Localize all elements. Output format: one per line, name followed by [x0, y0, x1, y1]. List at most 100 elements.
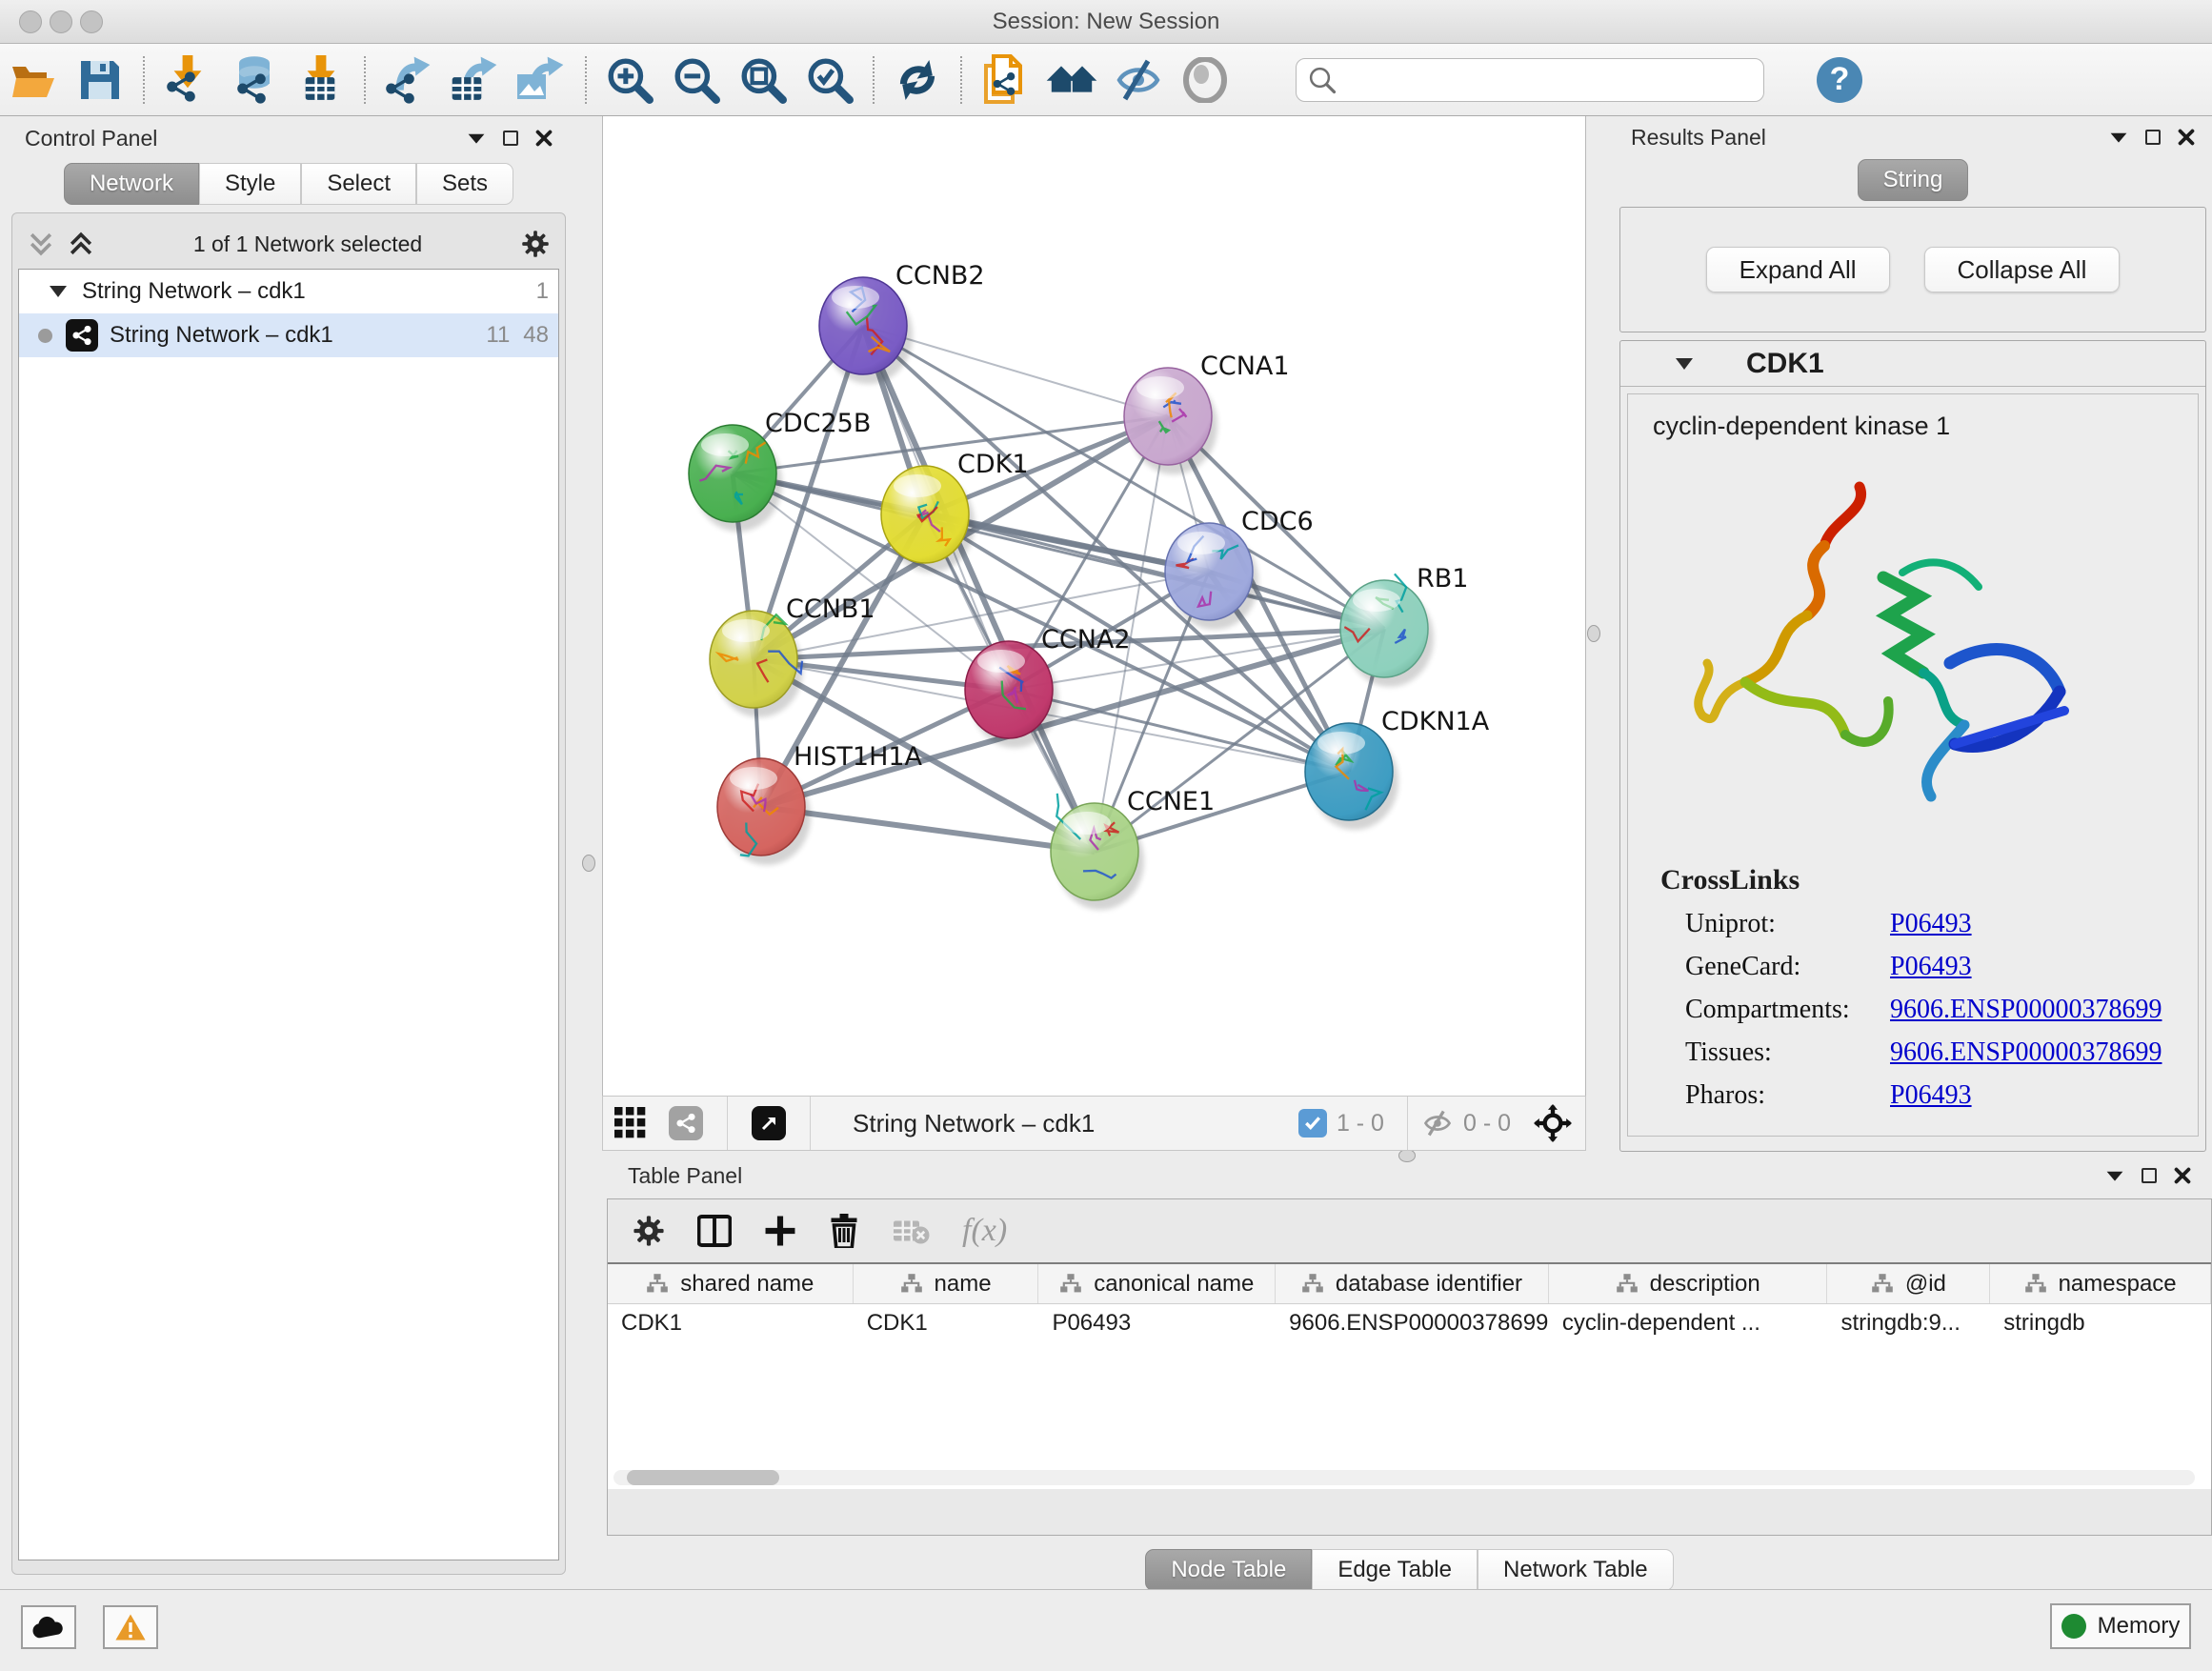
network-node-CCNA1[interactable]: CCNA1 [1124, 352, 1290, 474]
right-splitter-handle[interactable] [1587, 625, 1600, 642]
network-row[interactable]: String Network – cdk1 11 48 [19, 313, 558, 357]
collapse-all-icon[interactable] [28, 231, 54, 257]
close-panel-icon[interactable] [535, 130, 553, 147]
crosslink-link[interactable]: P06493 [1890, 909, 1972, 939]
toolbar-search[interactable] [1296, 58, 1764, 102]
open-session-button[interactable] [6, 53, 61, 107]
export-network-button[interactable] [381, 53, 436, 107]
save-session-button[interactable] [72, 53, 128, 107]
collection-expander-icon[interactable] [50, 286, 67, 297]
network-node-CDKN1A[interactable]: CDKN1A [1305, 707, 1490, 830]
column-header-name[interactable]: name [854, 1264, 1039, 1303]
table-panel: Table Panel [607, 1157, 2212, 1583]
fit-selection-crosshair-icon[interactable] [1526, 1097, 1579, 1150]
hidden-eye-slash-icon[interactable] [1421, 1109, 1454, 1137]
tab-style[interactable]: Style [199, 163, 301, 205]
close-panel-icon[interactable] [2178, 129, 2195, 146]
table-cell: stringdb [1990, 1304, 2211, 1344]
zoom-in-button[interactable] [602, 53, 657, 107]
status-bar: Memory [0, 1589, 2212, 1671]
left-splitter-handle[interactable] [582, 855, 595, 872]
selected-node-edge-counts: 1 - 0 [1337, 1110, 1384, 1137]
show-columns-icon[interactable] [697, 1215, 732, 1247]
crosslink-link[interactable]: P06493 [1890, 1080, 1972, 1111]
network-node-CDC25B[interactable]: CDC25B [689, 409, 871, 532]
network-edge[interactable] [761, 807, 1095, 852]
crosslink-row: Pharos:P06493 [1685, 1080, 2198, 1111]
float-panel-icon[interactable] [503, 131, 518, 146]
column-header-database-identifier[interactable]: database identifier [1276, 1264, 1549, 1303]
table-body: CDK1CDK1P064939606.ENSP00000378699cyclin… [608, 1304, 2211, 1344]
network-type-share-icon[interactable] [664, 1097, 708, 1150]
tab-select[interactable]: Select [301, 163, 416, 205]
gene-expander-icon[interactable] [1676, 358, 1693, 370]
column-header-@id[interactable]: @id [1827, 1264, 1990, 1303]
delete-column-icon[interactable] [829, 1214, 859, 1248]
column-header-description[interactable]: description [1549, 1264, 1828, 1303]
table-row[interactable]: CDK1CDK1P064939606.ENSP00000378699cyclin… [608, 1304, 2211, 1344]
table-header-row: shared namenamecanonical namedatabase id… [608, 1264, 2211, 1304]
crosslink-link[interactable]: P06493 [1890, 952, 1972, 982]
collapse-all-button[interactable]: Collapse All [1924, 247, 2121, 292]
panel-menu-icon[interactable] [2105, 1169, 2124, 1182]
import-network-from-file-button[interactable] [160, 53, 215, 107]
table-horizontal-scrollbar[interactable] [613, 1470, 2195, 1485]
close-panel-icon[interactable] [2174, 1167, 2191, 1184]
network-collection-row[interactable]: String Network – cdk1 1 [19, 270, 558, 313]
node-label-CCNA1: CCNA1 [1200, 352, 1290, 381]
table-cell: P06493 [1038, 1304, 1276, 1344]
table-cell: cyclin-dependent ... [1549, 1304, 1828, 1344]
expand-all-icon[interactable] [68, 231, 94, 257]
node-label-HIST1H1A: HIST1H1A [794, 742, 923, 772]
network-edge[interactable] [863, 326, 1095, 852]
network-node-HIST1H1A[interactable]: HIST1H1A [717, 742, 923, 865]
add-column-icon[interactable] [764, 1215, 796, 1247]
column-namespace-icon [1301, 1273, 1324, 1296]
tab-sets[interactable]: Sets [416, 163, 513, 205]
tab-string[interactable]: String [1858, 159, 1969, 201]
expand-all-button[interactable]: Expand All [1706, 247, 1890, 292]
help-button[interactable]: ? [1817, 57, 1862, 103]
hide-results-eye-icon[interactable] [1111, 53, 1166, 107]
zoom-fit-button[interactable] [735, 53, 791, 107]
refresh-button[interactable] [890, 53, 945, 107]
panel-menu-icon[interactable] [2109, 131, 2128, 144]
column-header-namespace[interactable]: namespace [1990, 1264, 2211, 1303]
table-options-gear-icon[interactable] [633, 1215, 665, 1247]
zoom-selected-button[interactable] [802, 53, 857, 107]
tab-node-table[interactable]: Node Table [1145, 1549, 1312, 1591]
tab-network[interactable]: Network [64, 163, 199, 205]
show-results-eye-icon[interactable] [1177, 53, 1233, 107]
memory-button[interactable]: Memory [2050, 1603, 2191, 1649]
crosslink-link[interactable]: 9606.ENSP00000378699 [1890, 995, 2162, 1025]
search-input[interactable] [1337, 67, 1737, 93]
network-node-CDC6[interactable]: CDC6 [1165, 507, 1314, 630]
zoom-out-button[interactable] [669, 53, 724, 107]
warnings-button[interactable] [103, 1605, 158, 1649]
network-edge[interactable] [925, 514, 1384, 629]
network-node-CCNB2[interactable]: CCNB2 [819, 261, 985, 384]
string-home-button[interactable] [1044, 53, 1099, 107]
cloud-status-button[interactable] [21, 1605, 76, 1649]
column-header-shared-name[interactable]: shared name [608, 1264, 854, 1303]
import-network-from-database-button[interactable] [227, 53, 282, 107]
export-image-button[interactable] [514, 53, 570, 107]
import-table-from-file-button[interactable] [293, 53, 349, 107]
open-in-new-icon[interactable] [747, 1097, 791, 1150]
tab-network-table[interactable]: Network Table [1478, 1549, 1674, 1591]
crosslink-link[interactable]: 9606.ENSP00000378699 [1890, 1037, 2162, 1068]
birdseye-grid-icon[interactable] [609, 1097, 653, 1150]
tab-edge-table[interactable]: Edge Table [1312, 1549, 1478, 1591]
selected-checkbox-icon[interactable] [1298, 1109, 1327, 1137]
network-canvas[interactable]: CCNB2CCNA1CDC25BCDK1CDC6RB1CCNB1CCNA2CDK… [603, 116, 1585, 1094]
network-options-gear-icon[interactable] [521, 230, 550, 258]
control-panel: Control Panel Network Style Select Sets … [11, 119, 566, 1583]
network-node-RB1[interactable]: RB1 [1340, 564, 1468, 687]
crosslink-row: Uniprot:P06493 [1685, 909, 2198, 939]
column-header-canonical-name[interactable]: canonical name [1038, 1264, 1276, 1303]
float-panel-icon[interactable] [2142, 1168, 2157, 1183]
export-table-button[interactable] [448, 53, 503, 107]
copy-network-button[interactable] [977, 53, 1033, 107]
panel-menu-icon[interactable] [467, 131, 486, 145]
float-panel-icon[interactable] [2145, 130, 2161, 145]
